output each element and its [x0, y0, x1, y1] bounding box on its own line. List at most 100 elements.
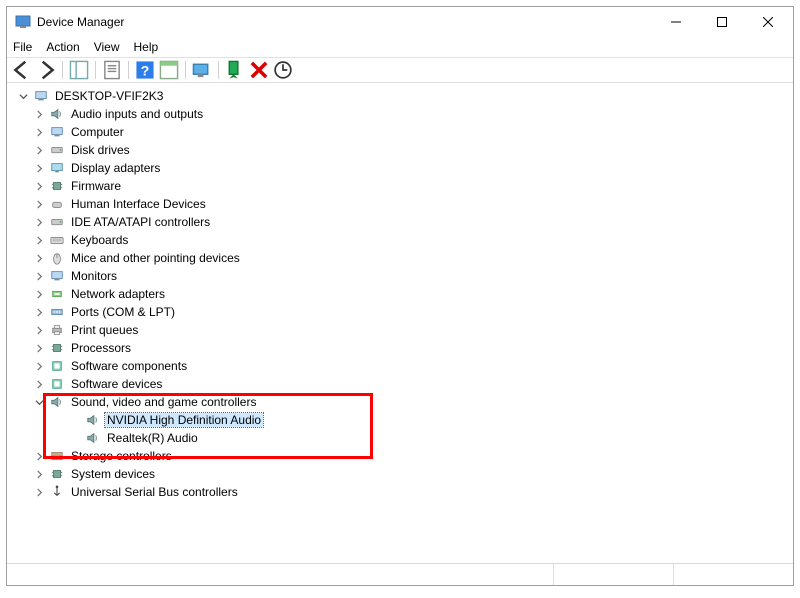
- minimize-button[interactable]: [653, 7, 699, 37]
- tree-category-label: Processors: [69, 341, 133, 355]
- menu-file[interactable]: File: [13, 40, 32, 54]
- chevron-right-icon[interactable]: [31, 124, 47, 140]
- titlebar: Device Manager: [7, 7, 793, 37]
- maximize-button[interactable]: [699, 7, 745, 37]
- enable-device-button[interactable]: [224, 59, 246, 81]
- tree-category[interactable]: Processors: [31, 339, 785, 357]
- tree-category[interactable]: Disk drives: [31, 141, 785, 159]
- chevron-right-icon[interactable]: [31, 232, 47, 248]
- chevron-right-icon[interactable]: [31, 250, 47, 266]
- chevron-right-icon[interactable]: [31, 196, 47, 212]
- chevron-right-icon[interactable]: [31, 322, 47, 338]
- computer-icon: [33, 88, 49, 104]
- tree-category[interactable]: Keyboards: [31, 231, 785, 249]
- tree-root[interactable]: DESKTOP-VFIF2K3: [15, 87, 785, 105]
- chevron-down-icon[interactable]: [15, 88, 31, 104]
- tree-category[interactable]: Universal Serial Bus controllers: [31, 483, 785, 501]
- chevron-right-icon[interactable]: [31, 448, 47, 464]
- tree-category-label: Software components: [69, 359, 189, 373]
- tree-category[interactable]: IDE ATA/ATAPI controllers: [31, 213, 785, 231]
- menu-action[interactable]: Action: [46, 40, 79, 54]
- category-icon: [49, 124, 65, 140]
- category-icon: [49, 448, 65, 464]
- device-tree[interactable]: DESKTOP-VFIF2K3 Audio inputs and outputs…: [7, 83, 793, 563]
- chevron-right-icon[interactable]: [31, 160, 47, 176]
- tree-category-label: Keyboards: [69, 233, 130, 247]
- tree-category-label: Universal Serial Bus controllers: [69, 485, 240, 499]
- chevron-down-icon[interactable]: [31, 394, 47, 410]
- tree-category[interactable]: Computer: [31, 123, 785, 141]
- tree-root-label: DESKTOP-VFIF2K3: [53, 89, 165, 103]
- toolbar-separator: [62, 61, 63, 79]
- chevron-right-icon[interactable]: [31, 484, 47, 500]
- uninstall-device-button[interactable]: [248, 59, 270, 81]
- chevron-right-icon[interactable]: [31, 466, 47, 482]
- tree-category[interactable]: Mice and other pointing devices: [31, 249, 785, 267]
- tree-category[interactable]: Storage controllers: [31, 447, 785, 465]
- chevron-right-icon[interactable]: [31, 376, 47, 392]
- chevron-right-icon[interactable]: [31, 358, 47, 374]
- tree-device[interactable]: NVIDIA High Definition Audio: [67, 411, 785, 429]
- chevron-right-icon[interactable]: [31, 214, 47, 230]
- tree-category-label: Human Interface Devices: [69, 197, 208, 211]
- category-icon: [49, 196, 65, 212]
- tree-category[interactable]: System devices: [31, 465, 785, 483]
- tree-device-label: NVIDIA High Definition Audio: [105, 413, 263, 427]
- tree-category[interactable]: Display adapters: [31, 159, 785, 177]
- close-button[interactable]: [745, 7, 791, 37]
- scan-hardware-button[interactable]: [191, 59, 213, 81]
- tree-category-label: Firmware: [69, 179, 123, 193]
- tree-category-label: Sound, video and game controllers: [69, 395, 258, 409]
- tree-category[interactable]: Software devices: [31, 375, 785, 393]
- tree-category-label: Ports (COM & LPT): [69, 305, 177, 319]
- tree-category[interactable]: Human Interface Devices: [31, 195, 785, 213]
- category-icon: [49, 340, 65, 356]
- tree-category[interactable]: Monitors: [31, 267, 785, 285]
- back-button[interactable]: [11, 59, 33, 81]
- tree-category[interactable]: Ports (COM & LPT): [31, 303, 785, 321]
- menu-view[interactable]: View: [94, 40, 120, 54]
- category-icon: [49, 394, 65, 410]
- window-controls: [653, 7, 791, 37]
- tree-device[interactable]: Realtek(R) Audio: [67, 429, 785, 447]
- properties-button[interactable]: [101, 59, 123, 81]
- update-driver-button[interactable]: [272, 59, 294, 81]
- toolbar-separator: [95, 61, 96, 79]
- tree-category[interactable]: Sound, video and game controllers: [31, 393, 785, 411]
- chevron-right-icon[interactable]: [31, 106, 47, 122]
- tree-category-label: Monitors: [69, 269, 119, 283]
- category-icon: [49, 106, 65, 122]
- chevron-right-icon[interactable]: [31, 304, 47, 320]
- forward-button[interactable]: [35, 59, 57, 81]
- tree-category-label: System devices: [69, 467, 157, 481]
- toolbar-separator: [218, 61, 219, 79]
- menu-help[interactable]: Help: [134, 40, 159, 54]
- tree-category[interactable]: Print queues: [31, 321, 785, 339]
- tree-category-label: Network adapters: [69, 287, 167, 301]
- chevron-right-icon[interactable]: [31, 340, 47, 356]
- chevron-right-icon[interactable]: [31, 142, 47, 158]
- tree-category-label: Storage controllers: [69, 449, 174, 463]
- tree-category-label: Audio inputs and outputs: [69, 107, 205, 121]
- chevron-right-icon[interactable]: [31, 286, 47, 302]
- category-icon: [49, 286, 65, 302]
- show-hide-tree-button[interactable]: [68, 59, 90, 81]
- category-icon: [49, 466, 65, 482]
- status-cell: [553, 564, 673, 585]
- category-icon: [49, 484, 65, 500]
- tree-category[interactable]: Software components: [31, 357, 785, 375]
- category-icon: [49, 304, 65, 320]
- tree-category[interactable]: Network adapters: [31, 285, 785, 303]
- tree-category-label: Disk drives: [69, 143, 132, 157]
- tree-spacer: [67, 430, 83, 446]
- help-button[interactable]: ?: [134, 59, 156, 81]
- chevron-right-icon[interactable]: [31, 268, 47, 284]
- chevron-right-icon[interactable]: [31, 178, 47, 194]
- app-icon: [15, 14, 31, 30]
- tree-category[interactable]: Audio inputs and outputs: [31, 105, 785, 123]
- menubar: File Action View Help: [7, 37, 793, 57]
- action-pane-button[interactable]: [158, 59, 180, 81]
- tree-category[interactable]: Firmware: [31, 177, 785, 195]
- category-icon: [49, 250, 65, 266]
- toolbar-separator: [128, 61, 129, 79]
